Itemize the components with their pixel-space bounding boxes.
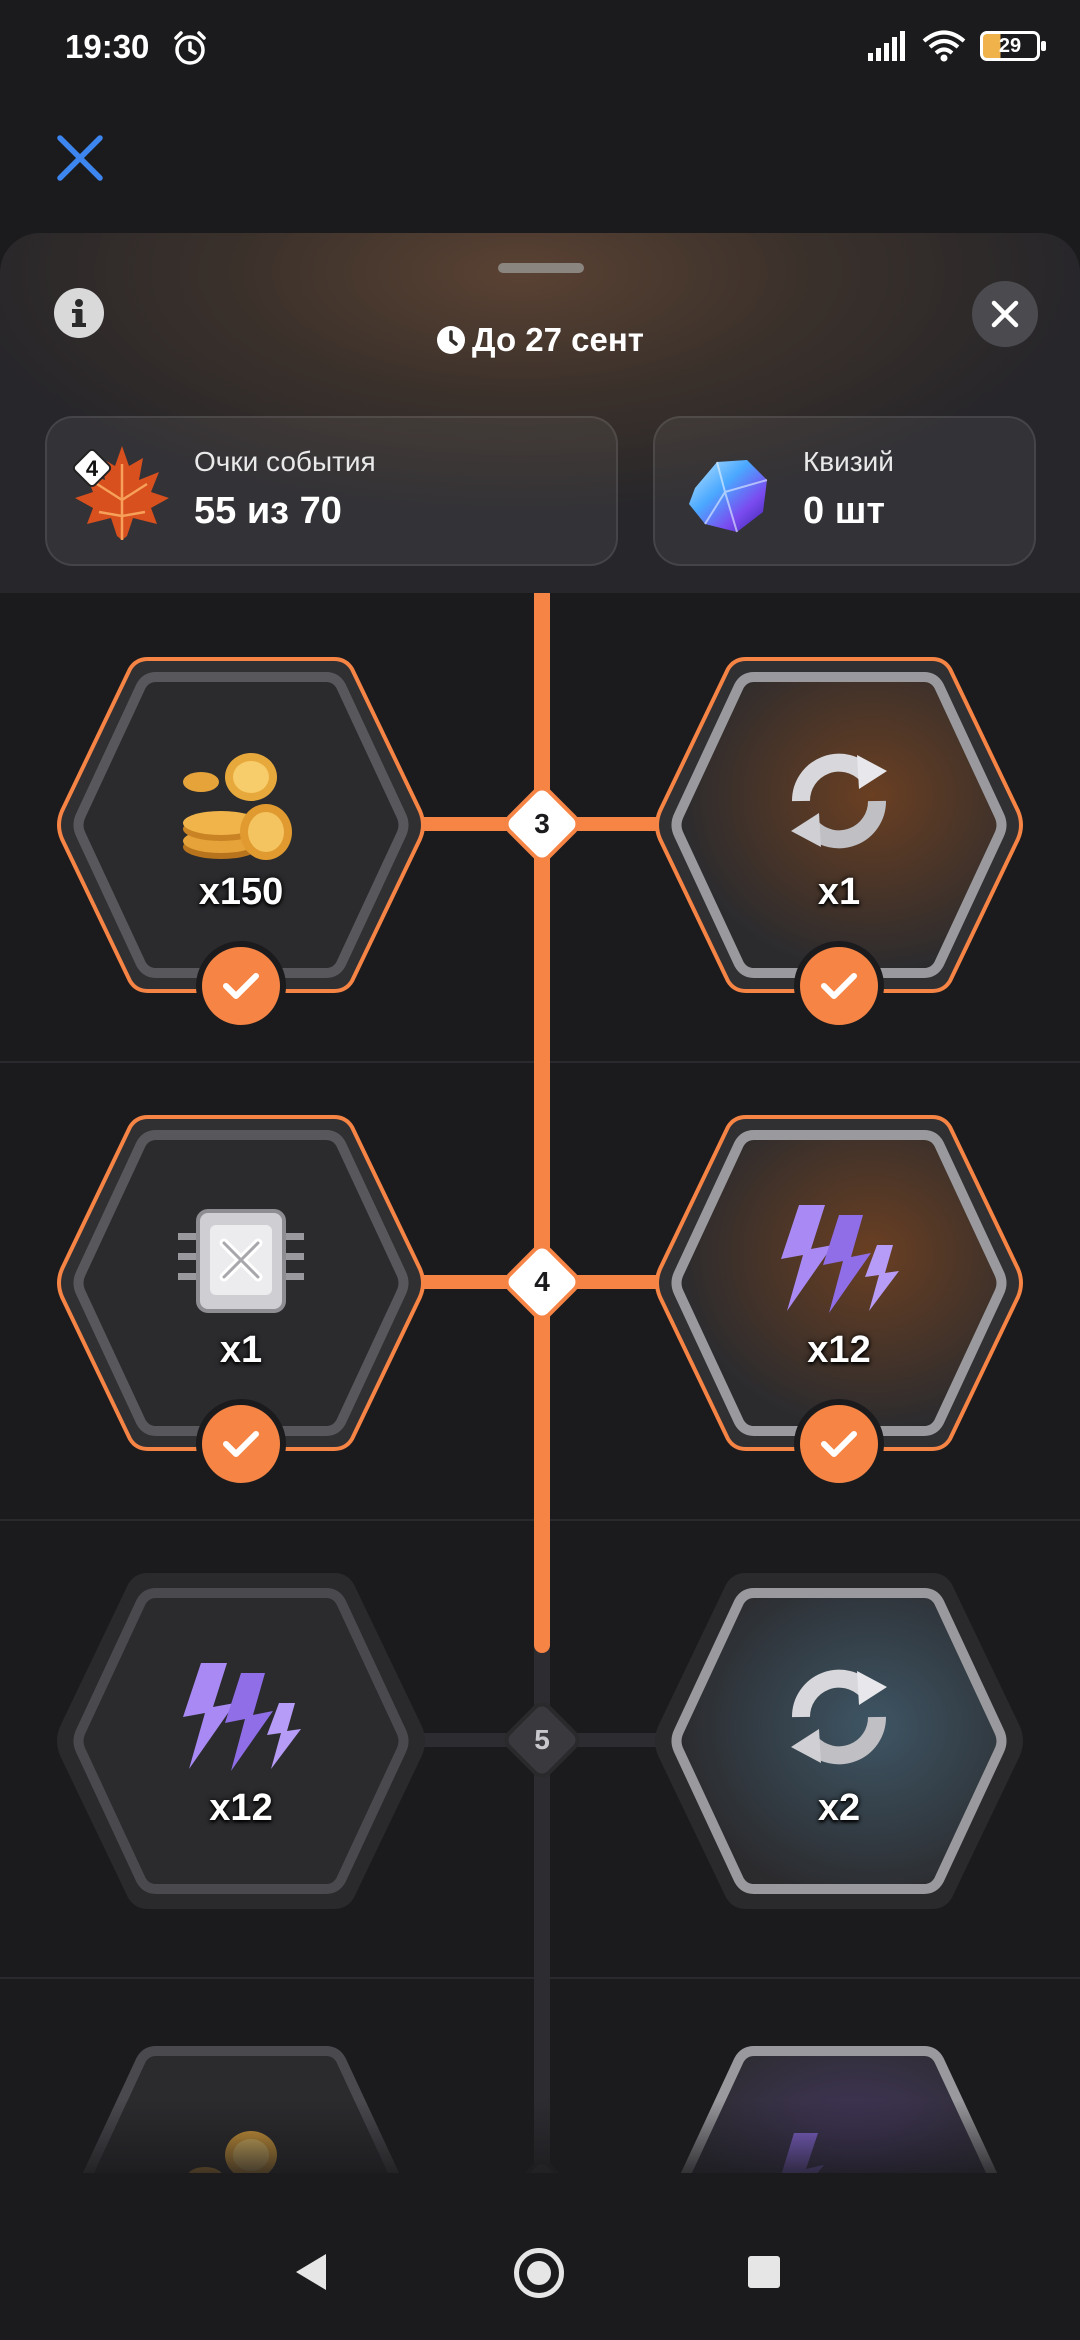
claimed-check-badge	[196, 941, 286, 1031]
claimed-check-badge	[196, 1399, 286, 1489]
event-deadline: До 27 сент	[0, 321, 1080, 359]
refresh-icon	[791, 1669, 887, 1765]
reward-quantity: x2	[817, 1787, 861, 1829]
progress-fill	[534, 593, 550, 1653]
home-button[interactable]	[514, 2248, 564, 2298]
chip-icon	[178, 1209, 304, 1313]
checkmark-icon	[821, 973, 857, 999]
reward-tile-refresh[interactable]: x2	[654, 1571, 1024, 1911]
rewards-timeline: x150 x1 3 x1 x12 4 x12 x2 5	[0, 593, 1080, 2173]
lightning-icon	[183, 1663, 301, 1771]
quizy-value: 0 шт	[803, 490, 885, 532]
close-icon[interactable]	[52, 130, 108, 186]
claimed-check-badge	[794, 1399, 884, 1489]
checkmark-icon	[223, 1431, 259, 1457]
reward-quantity: x1	[817, 871, 861, 913]
deadline-text: До 27 сент	[472, 321, 644, 358]
alarm-icon	[174, 31, 206, 65]
reward-quantity: x12	[209, 1787, 273, 1829]
event-points-label: Очки события	[194, 446, 376, 477]
event-points-value: 55 из 70	[194, 490, 342, 532]
event-sheet-header: До 27 сент 4 Очки события 55 из 70 Квизи…	[0, 233, 1080, 593]
bottom-fade	[0, 2100, 1080, 2200]
drag-handle[interactable]	[498, 263, 584, 273]
coins-icon	[183, 753, 292, 860]
reward-quantity: x12	[807, 1329, 871, 1371]
level-badge: 4	[72, 448, 112, 488]
checkmark-icon	[821, 1431, 857, 1457]
refresh-icon	[791, 753, 887, 849]
reward-tile-chip[interactable]: x1	[56, 1113, 426, 1489]
crystal-icon	[689, 460, 768, 533]
reward-tile-energy[interactable]: x12	[56, 1571, 426, 1911]
wifi-icon	[922, 30, 966, 62]
level-node-number: 5	[534, 1724, 550, 1755]
lightning-icon	[781, 1205, 899, 1313]
level-node-number: 3	[534, 808, 550, 839]
status-time: 19:30	[65, 28, 150, 65]
claimed-check-badge	[794, 941, 884, 1031]
reward-tile-energy[interactable]: x12	[654, 1113, 1024, 1489]
status-bar: 19:30 29	[0, 0, 1080, 100]
reward-tile-coins[interactable]: x150	[56, 655, 426, 1031]
battery-level: 29	[998, 35, 1022, 57]
signal-icon	[868, 31, 905, 61]
level-badge-number: 4	[86, 456, 99, 481]
reward-quantity: x1	[219, 1329, 263, 1371]
recents-button[interactable]	[748, 2256, 780, 2288]
level-node-number: 4	[534, 1266, 550, 1297]
battery-indicator: 29	[980, 31, 1046, 61]
reward-tile-refresh[interactable]: x1	[654, 655, 1024, 1031]
reward-quantity: x150	[198, 871, 284, 913]
back-icon[interactable]	[292, 2252, 328, 2292]
system-navigation-bar	[0, 2200, 1080, 2340]
event-points-card[interactable]: 4 Очки события 55 из 70	[45, 416, 618, 566]
clock-icon	[437, 326, 466, 354]
quizy-label: Квизий	[803, 446, 894, 477]
checkmark-icon	[223, 973, 259, 999]
quizy-card[interactable]: Квизий 0 шт	[653, 416, 1036, 566]
